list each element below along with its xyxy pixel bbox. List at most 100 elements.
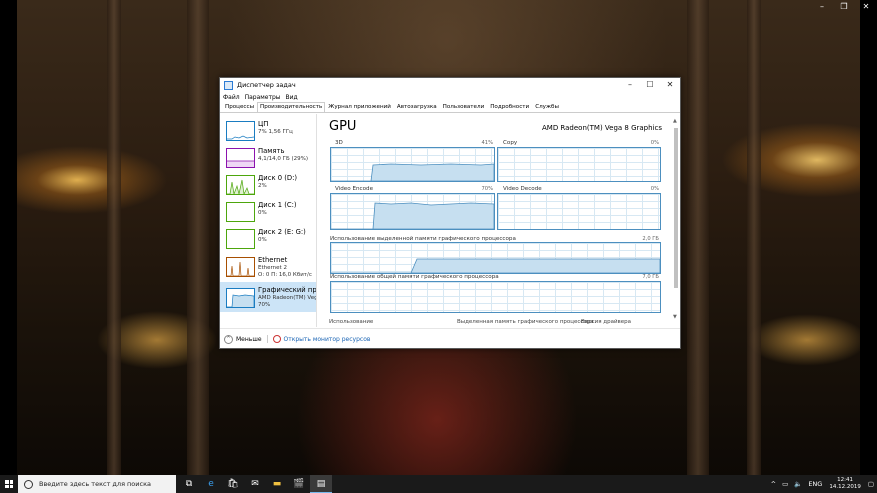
title-bar[interactable]: Диспетчер задач – ☐ ✕ [220, 78, 680, 92]
minimize-button[interactable]: – [620, 78, 640, 92]
graph-label-3d: 3D [335, 140, 343, 146]
usage-label: Использование [329, 319, 374, 325]
chevron-up-icon[interactable]: ^ [771, 480, 776, 488]
volume-icon[interactable]: 🔈 [794, 480, 802, 488]
tab-startup[interactable]: Автозагрузка [394, 102, 440, 112]
tab-app-history[interactable]: Журнал приложений [325, 102, 394, 112]
sidebar-item-gpu[interactable]: Графический про AMD Radeon(TM) Vega 70% [220, 282, 316, 312]
fewer-details-button[interactable]: Меньше [236, 336, 262, 343]
sidebar-item-label: Диск 2 (E: G:) [258, 228, 306, 236]
sidebar-item-value: 4,1/14,0 ГБ (29%) [258, 156, 308, 162]
resource-monitor-icon [272, 335, 281, 343]
sidebar-item-disk-2[interactable]: Диск 2 (E: G:) 0% [220, 225, 316, 251]
disk-thumbnail [226, 175, 255, 195]
shared-memory-label: Использование общей памяти графического … [330, 274, 499, 280]
tab-details[interactable]: Подробности [487, 102, 532, 112]
tab-processes[interactable]: Процессы [222, 102, 257, 112]
graph-video-decode [497, 193, 661, 230]
driver-version-label: Версия драйвера [581, 319, 632, 325]
task-manager-window: Диспетчер задач – ☐ ✕ Файл Параметры Вид… [219, 77, 681, 349]
windows-logo-icon [5, 480, 13, 488]
scroll-thumb[interactable] [674, 128, 678, 288]
sidebar-item-disk-1[interactable]: Диск 1 (C:) 0% [220, 198, 316, 224]
scroll-down-icon[interactable]: ▼ [673, 314, 677, 320]
language-indicator[interactable]: ENG [808, 480, 822, 488]
minimize-icon[interactable]: – [811, 0, 833, 14]
performance-content: ЦП 7% 1,56 ГГц Память 4,1/14,0 ГБ (29%) … [220, 114, 680, 327]
sidebar-item-value: 2% [258, 183, 267, 189]
sidebar-item-value: О: 0 П: 16,0 Кбит/с [258, 272, 312, 278]
taskbar-search[interactable]: Введите здесь текст для поиска [18, 475, 176, 493]
sidebar-item-label: ЦП [258, 120, 269, 128]
sidebar-item-ethernet[interactable]: Ethernet Ethernet 2 О: 0 П: 16,0 Кбит/с [220, 253, 316, 279]
sidebar-item-value: 0% [258, 237, 267, 243]
tab-performance[interactable]: Производительность [257, 102, 326, 112]
sidebar-item-label: Диск 0 (D:) [258, 174, 298, 182]
graph-video-encode [330, 193, 495, 230]
scroll-up-icon[interactable]: ▲ [673, 118, 677, 124]
ethernet-thumbnail [226, 257, 255, 277]
divider [266, 335, 268, 343]
sidebar-item-cpu[interactable]: ЦП 7% 1,56 ГГц [220, 117, 316, 143]
close-icon[interactable]: ✕ [855, 0, 877, 14]
restore-icon[interactable]: ❐ [833, 0, 855, 14]
memory-thumbnail [226, 148, 255, 168]
graph-dedicated-memory [330, 242, 661, 274]
cpu-thumbnail [226, 121, 255, 141]
movies-icon[interactable]: 🎬 [288, 475, 310, 493]
desktop-edge-left [0, 0, 17, 475]
task-manager-taskbar-icon[interactable]: ▤ [310, 475, 332, 493]
resource-list: ЦП 7% 1,56 ГГц Память 4,1/14,0 ГБ (29%) … [220, 114, 317, 327]
clock[interactable]: 12:41 14.12.2019 [829, 477, 861, 491]
graph-shared-memory [330, 281, 661, 313]
gpu-thumbnail [226, 288, 255, 308]
search-icon [24, 479, 33, 489]
sidebar-item-label: Диск 1 (C:) [258, 201, 297, 209]
start-button[interactable] [0, 475, 18, 493]
scrollbar[interactable]: ▲ ▼ [673, 118, 678, 320]
clock-date: 14.12.2019 [829, 484, 861, 490]
menu-options[interactable]: Параметры [245, 94, 281, 101]
taskbar: Введите здесь текст для поиска ⧉ e 🛍 ✉ ▬… [0, 475, 877, 493]
graph-value-copy: 0% [650, 140, 659, 146]
sidebar-item-value: 70% [258, 302, 271, 308]
tab-services[interactable]: Службы [532, 102, 562, 112]
graph-copy [497, 147, 661, 182]
search-placeholder: Введите здесь текст для поиска [39, 480, 151, 488]
sidebar-item-label: Память [258, 147, 285, 155]
menu-bar: Файл Параметры Вид [220, 92, 680, 102]
sidebar-item-label: Графический про [258, 286, 316, 294]
network-icon[interactable]: ▭ [782, 480, 788, 488]
disk-thumbnail [226, 229, 255, 249]
store-icon[interactable]: 🛍 [222, 475, 244, 493]
open-resource-monitor-link[interactable]: Открыть монитор ресурсов [284, 336, 371, 343]
maximize-button[interactable]: ☐ [640, 78, 660, 92]
graph-value-video-decode: 0% [650, 186, 659, 192]
graph-3d [330, 147, 495, 182]
window-title: Диспетчер задач [237, 81, 296, 89]
background-window-controls: – ❐ ✕ [811, 0, 877, 14]
tab-bar: Процессы Производительность Журнал прило… [220, 102, 680, 113]
task-view-icon[interactable]: ⧉ [178, 475, 200, 493]
graph-label-video-encode: Video Encode [335, 186, 374, 192]
clock-time: 12:41 [837, 477, 854, 483]
sidebar-item-memory[interactable]: Память 4,1/14,0 ГБ (29%) [220, 144, 316, 170]
tab-users[interactable]: Пользователи [440, 102, 488, 112]
sidebar-item-value: AMD Radeon(TM) Vega [258, 295, 316, 301]
notifications-icon[interactable]: ▢ [868, 480, 874, 488]
sidebar-item-disk-0[interactable]: Диск 0 (D:) 2% [220, 171, 316, 197]
close-button[interactable]: ✕ [660, 78, 680, 92]
mail-icon[interactable]: ✉ [244, 475, 266, 493]
chevron-up-icon[interactable]: ^ [224, 334, 233, 344]
menu-file[interactable]: Файл [223, 94, 240, 101]
page-title: GPU [329, 119, 357, 134]
gpu-model-name: AMD Radeon(TM) Vega 8 Graphics [541, 124, 662, 132]
graph-label-video-decode: Video Decode [503, 186, 542, 192]
menu-view[interactable]: Вид [286, 94, 298, 101]
file-explorer-icon[interactable]: ▬ [266, 475, 288, 493]
sidebar-item-label: Ethernet [258, 256, 288, 264]
footer-bar: ^ Меньше Открыть монитор ресурсов [220, 328, 680, 349]
system-tray: ^ ▭ 🔈 ENG 12:41 14.12.2019 ▢ [768, 475, 877, 493]
disk-thumbnail [226, 202, 255, 222]
edge-browser-icon[interactable]: e [200, 475, 222, 493]
